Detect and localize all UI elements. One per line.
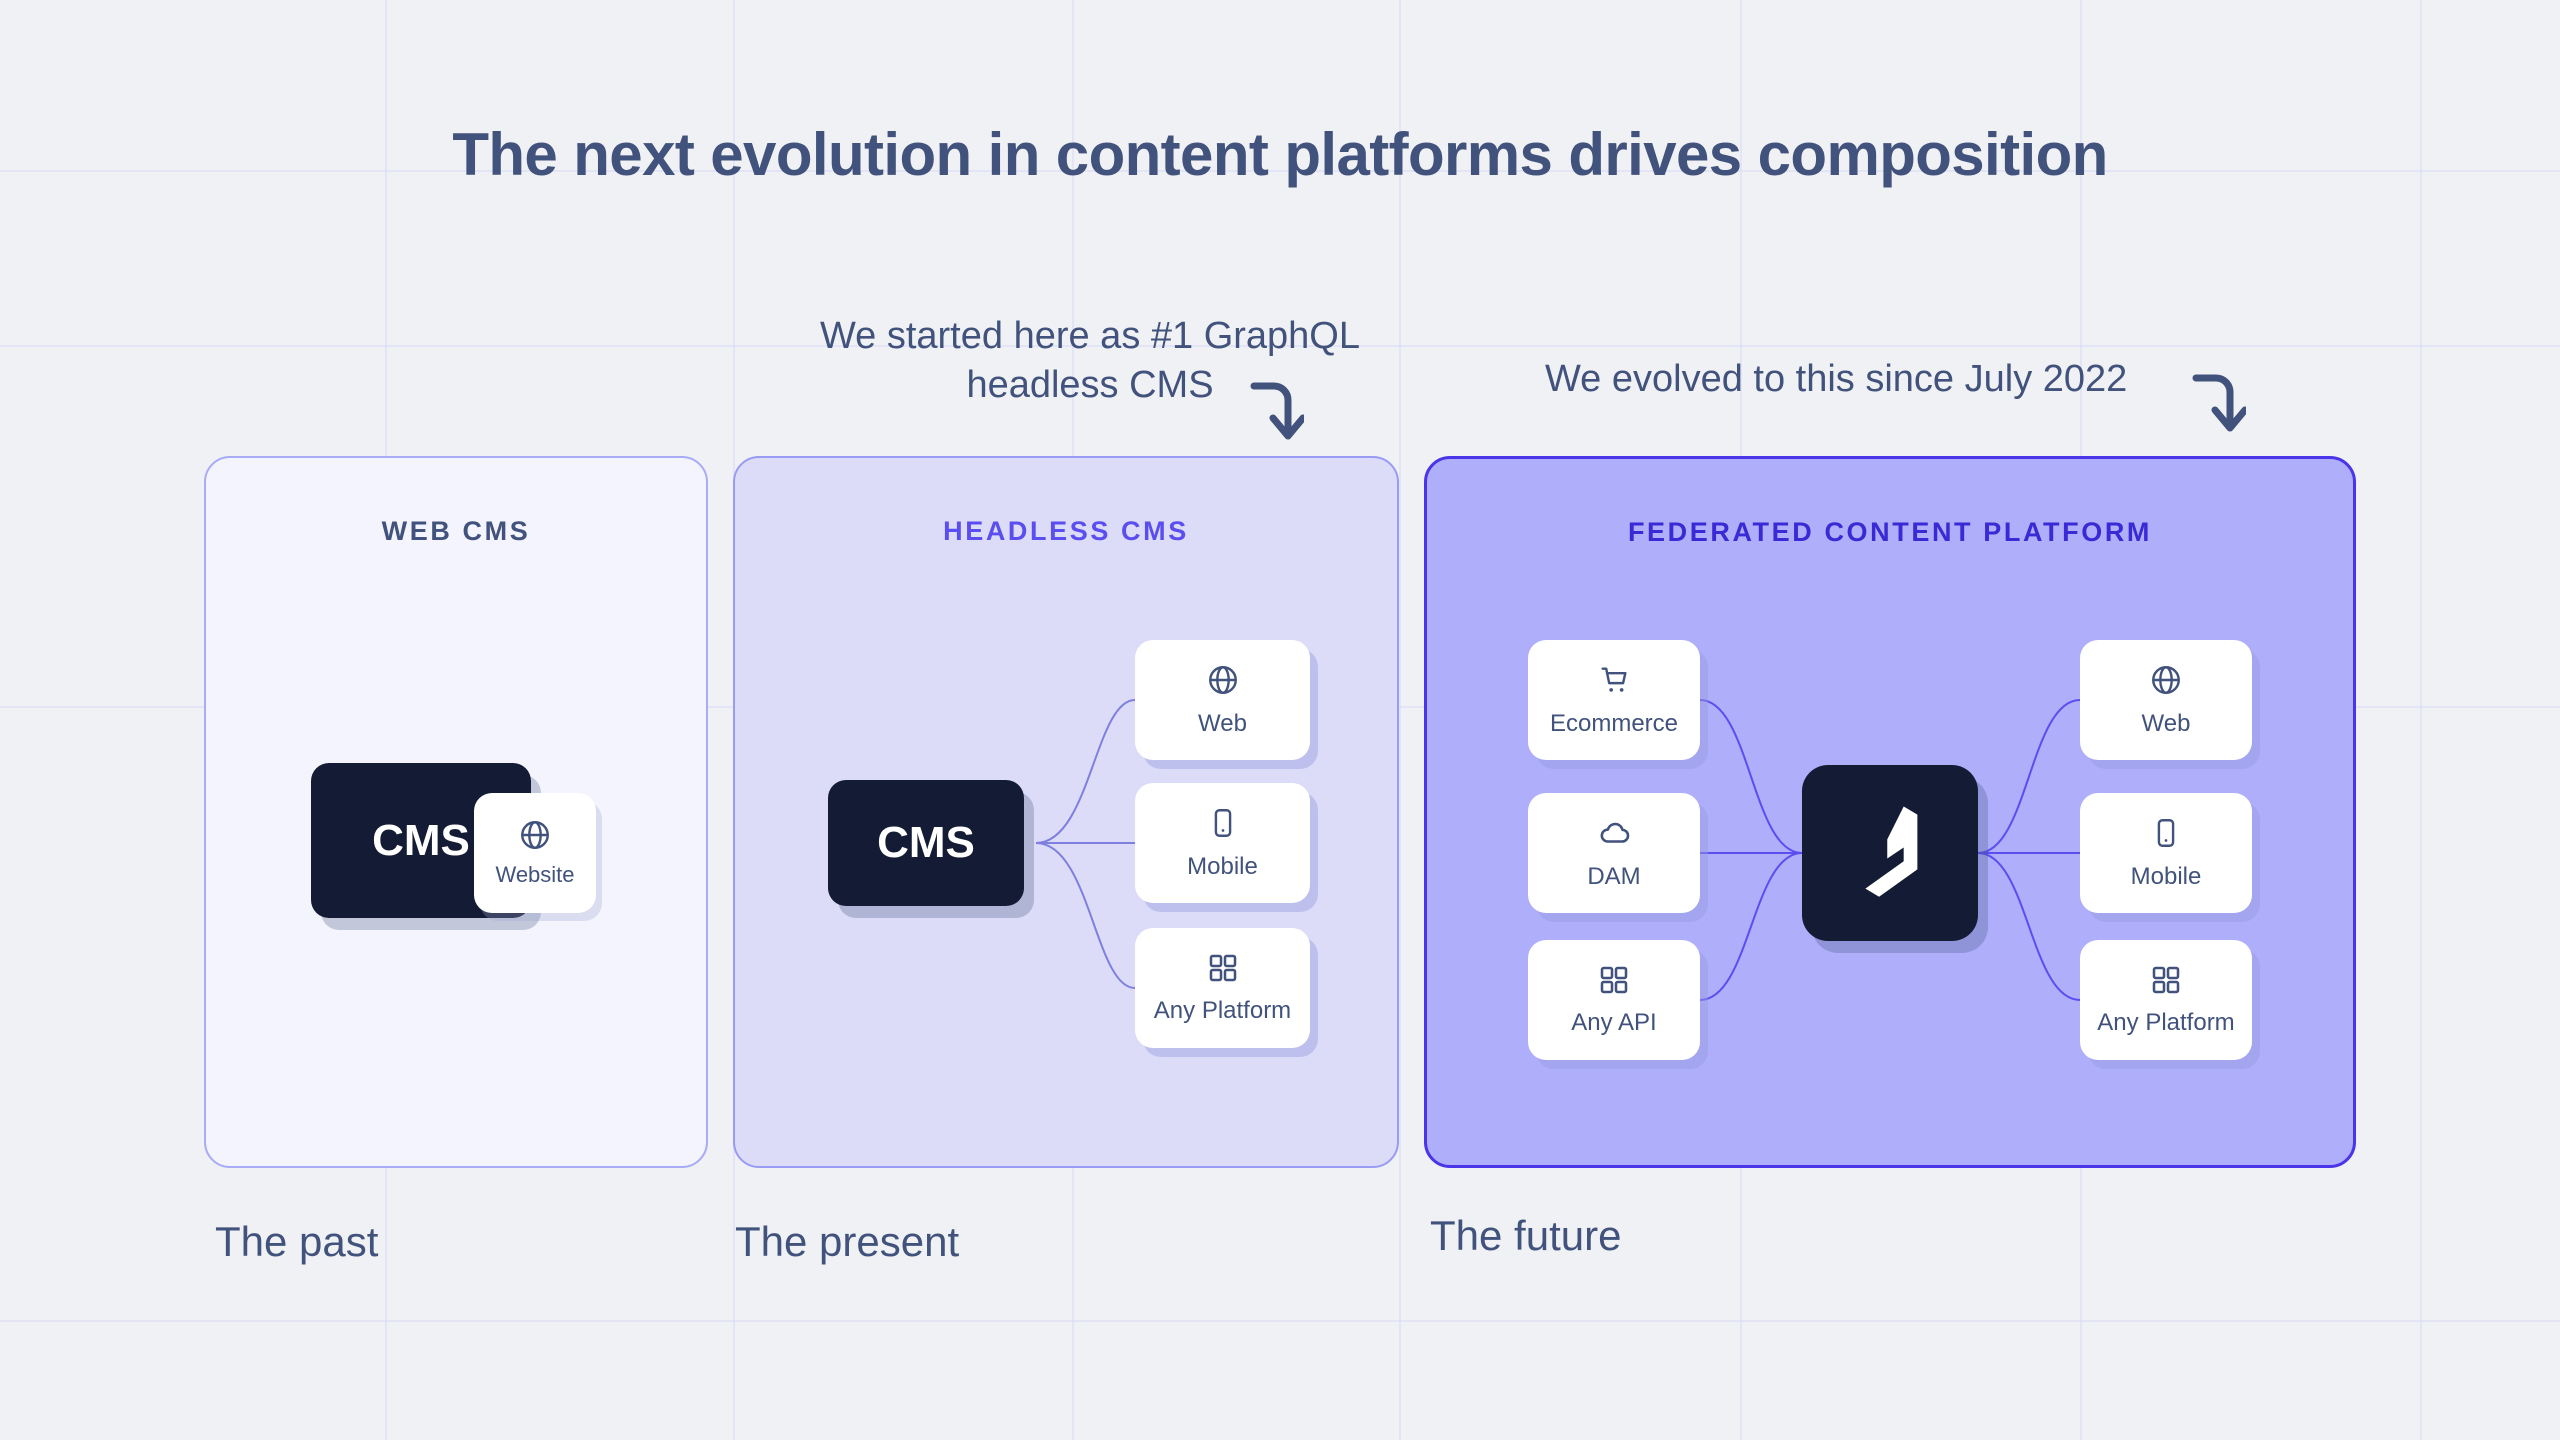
caption-the-past: The past [215, 1218, 379, 1265]
caption-the-present: The present [735, 1218, 960, 1265]
channel-card-web-present[interactable]: Web [1135, 640, 1310, 760]
channel-card-web-future[interactable]: Web [2080, 640, 2252, 760]
source-card-label: Ecommerce [1549, 709, 1679, 737]
caption-the-future: The future [1430, 1212, 1622, 1259]
channel-card-label: Web [2141, 709, 2191, 737]
globe-icon [2149, 663, 2183, 697]
channel-card-any-platform-future[interactable]: Any Platform [2080, 940, 2252, 1060]
panel-title-federated-content-platform: FEDERATED CONTENT PLATFORM [1627, 517, 2153, 547]
source-card-label: DAM [1587, 862, 1641, 890]
source-card-any-api[interactable]: Any API [1528, 940, 1700, 1060]
channel-card-mobile-future[interactable]: Mobile [2080, 793, 2252, 913]
page-title: The next evolution in content platforms … [452, 121, 2108, 188]
curved-down-arrow-icon [1248, 378, 1304, 450]
channel-card-label: Any Platform [2097, 1008, 2235, 1036]
panel-title-headless-cms: HEADLESS CMS [943, 516, 1189, 546]
mobile-icon [1206, 806, 1240, 840]
cloud-icon [1597, 816, 1631, 850]
shopping-cart-icon [1597, 663, 1631, 697]
annotation-evolved-here: We evolved to this since July 2022 [1545, 358, 2128, 400]
grid-icon [1598, 964, 1630, 996]
cms-core-label: CMS [877, 818, 975, 867]
source-card-ecommerce[interactable]: Ecommerce [1528, 640, 1700, 760]
grid-icon [2150, 964, 2182, 996]
channel-card-label: Web [1198, 709, 1247, 737]
channel-card-label: Mobile [1187, 852, 1258, 880]
hygraph-logo-icon [1848, 801, 1932, 905]
globe-icon [1206, 663, 1240, 697]
channel-card-label: Any Platform [1153, 996, 1292, 1024]
hygraph-platform-core-box[interactable] [1802, 765, 1978, 941]
source-card-label: Any API [1571, 1008, 1657, 1036]
mobile-icon [2149, 816, 2183, 850]
channel-card-mobile-present[interactable]: Mobile [1135, 783, 1310, 903]
source-card-dam[interactable]: DAM [1528, 793, 1700, 913]
globe-icon [518, 818, 552, 852]
channel-card-label: Mobile [2130, 862, 2202, 890]
website-chip-label: Website [495, 862, 575, 887]
channel-card-any-platform-present[interactable]: Any Platform [1135, 928, 1310, 1048]
website-chip-card[interactable]: Website [474, 793, 596, 913]
curved-down-arrow-icon [2190, 370, 2246, 442]
cms-core-box-present[interactable]: CMS [828, 780, 1024, 906]
panel-title-web-cms: WEB CMS [381, 516, 531, 546]
grid-icon [1207, 952, 1239, 984]
cms-core-label: CMS [372, 815, 470, 865]
